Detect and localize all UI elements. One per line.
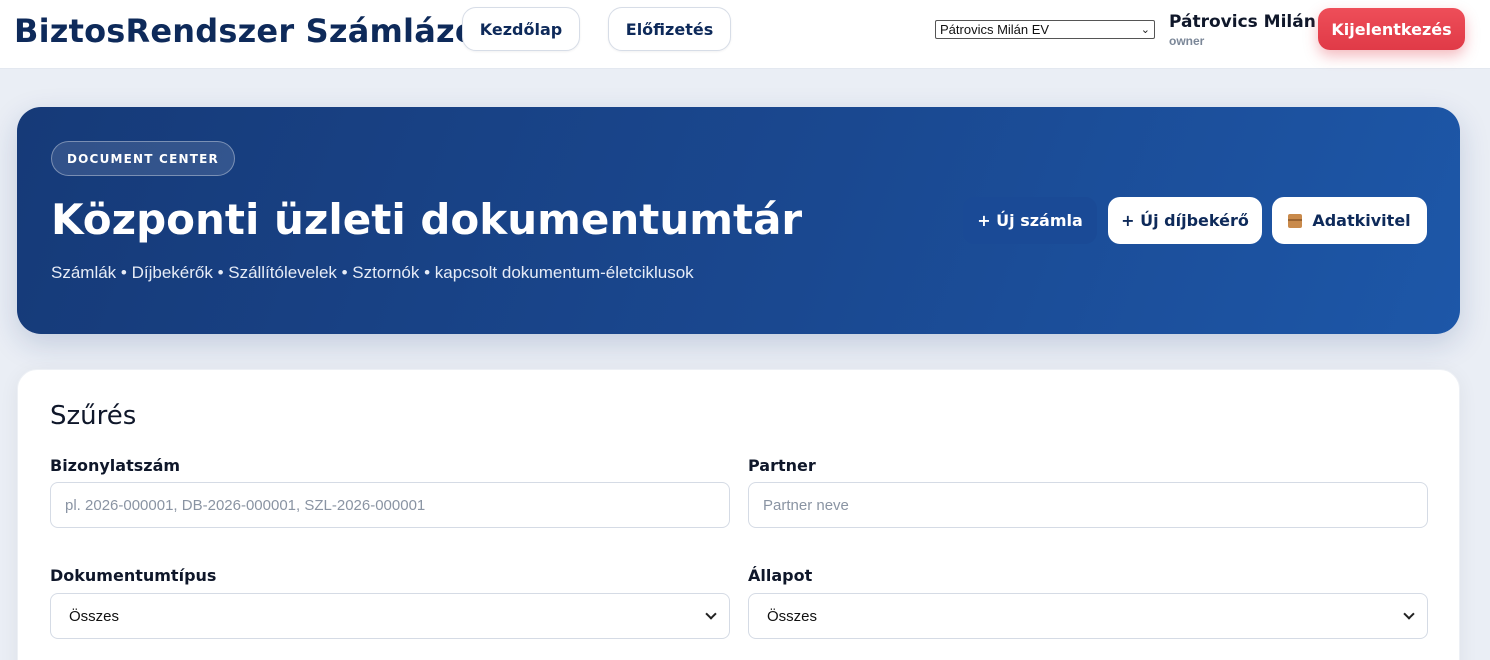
export-button[interactable]: Adatkivitel — [1272, 197, 1427, 244]
filter-title: Szűrés — [50, 401, 137, 431]
doc-number-label: Bizonylatszám — [50, 456, 181, 475]
partner-input[interactable] — [748, 482, 1428, 528]
logout-button[interactable]: Kijelentkezés — [1318, 8, 1465, 50]
chevron-down-icon — [1403, 608, 1415, 620]
status-select[interactable]: Összes — [748, 593, 1428, 639]
export-button-label: Adatkivitel — [1312, 211, 1411, 230]
section-badge: DOCUMENT CENTER — [51, 141, 235, 176]
user-name: Pátrovics Milán — [1169, 12, 1316, 32]
doc-type-label: Dokumentumtípus — [50, 566, 217, 585]
nav-subscription-button[interactable]: Előfizetés — [608, 7, 731, 51]
doc-type-value: Összes — [69, 607, 120, 625]
chevron-down-icon: ⌄ — [1140, 24, 1150, 36]
doc-type-select[interactable]: Összes — [50, 593, 730, 639]
status-label: Állapot — [748, 566, 813, 585]
company-select-value: Pátrovics Milán EV — [940, 22, 1050, 37]
doc-number-input[interactable] — [50, 482, 730, 528]
top-navbar: BiztosRendszer Számlázó Kezdőlap Előfize… — [0, 0, 1490, 69]
filter-card: Szűrés Bizonylatszám Partner Dokumentumt… — [17, 369, 1460, 660]
new-proforma-button[interactable]: + Új díjbekérő — [1108, 197, 1262, 244]
nav-home-button[interactable]: Kezdőlap — [462, 7, 580, 51]
page-subtitle: Számlák • Díjbekérők • Szállítólevelek •… — [51, 263, 694, 282]
brand-title[interactable]: BiztosRendszer Számlázó — [14, 12, 477, 50]
package-icon — [1288, 213, 1303, 228]
new-invoice-button[interactable]: + Új számla — [963, 197, 1097, 244]
user-role: owner — [1169, 34, 1205, 48]
company-select[interactable]: Pátrovics Milán EV ⌄ — [935, 20, 1155, 39]
hero-banner: DOCUMENT CENTER Központi üzleti dokument… — [17, 107, 1460, 334]
status-value: Összes — [767, 607, 818, 625]
page-title: Központi üzleti dokumentumtár — [51, 195, 803, 244]
partner-label: Partner — [748, 456, 816, 475]
chevron-down-icon — [705, 608, 717, 620]
